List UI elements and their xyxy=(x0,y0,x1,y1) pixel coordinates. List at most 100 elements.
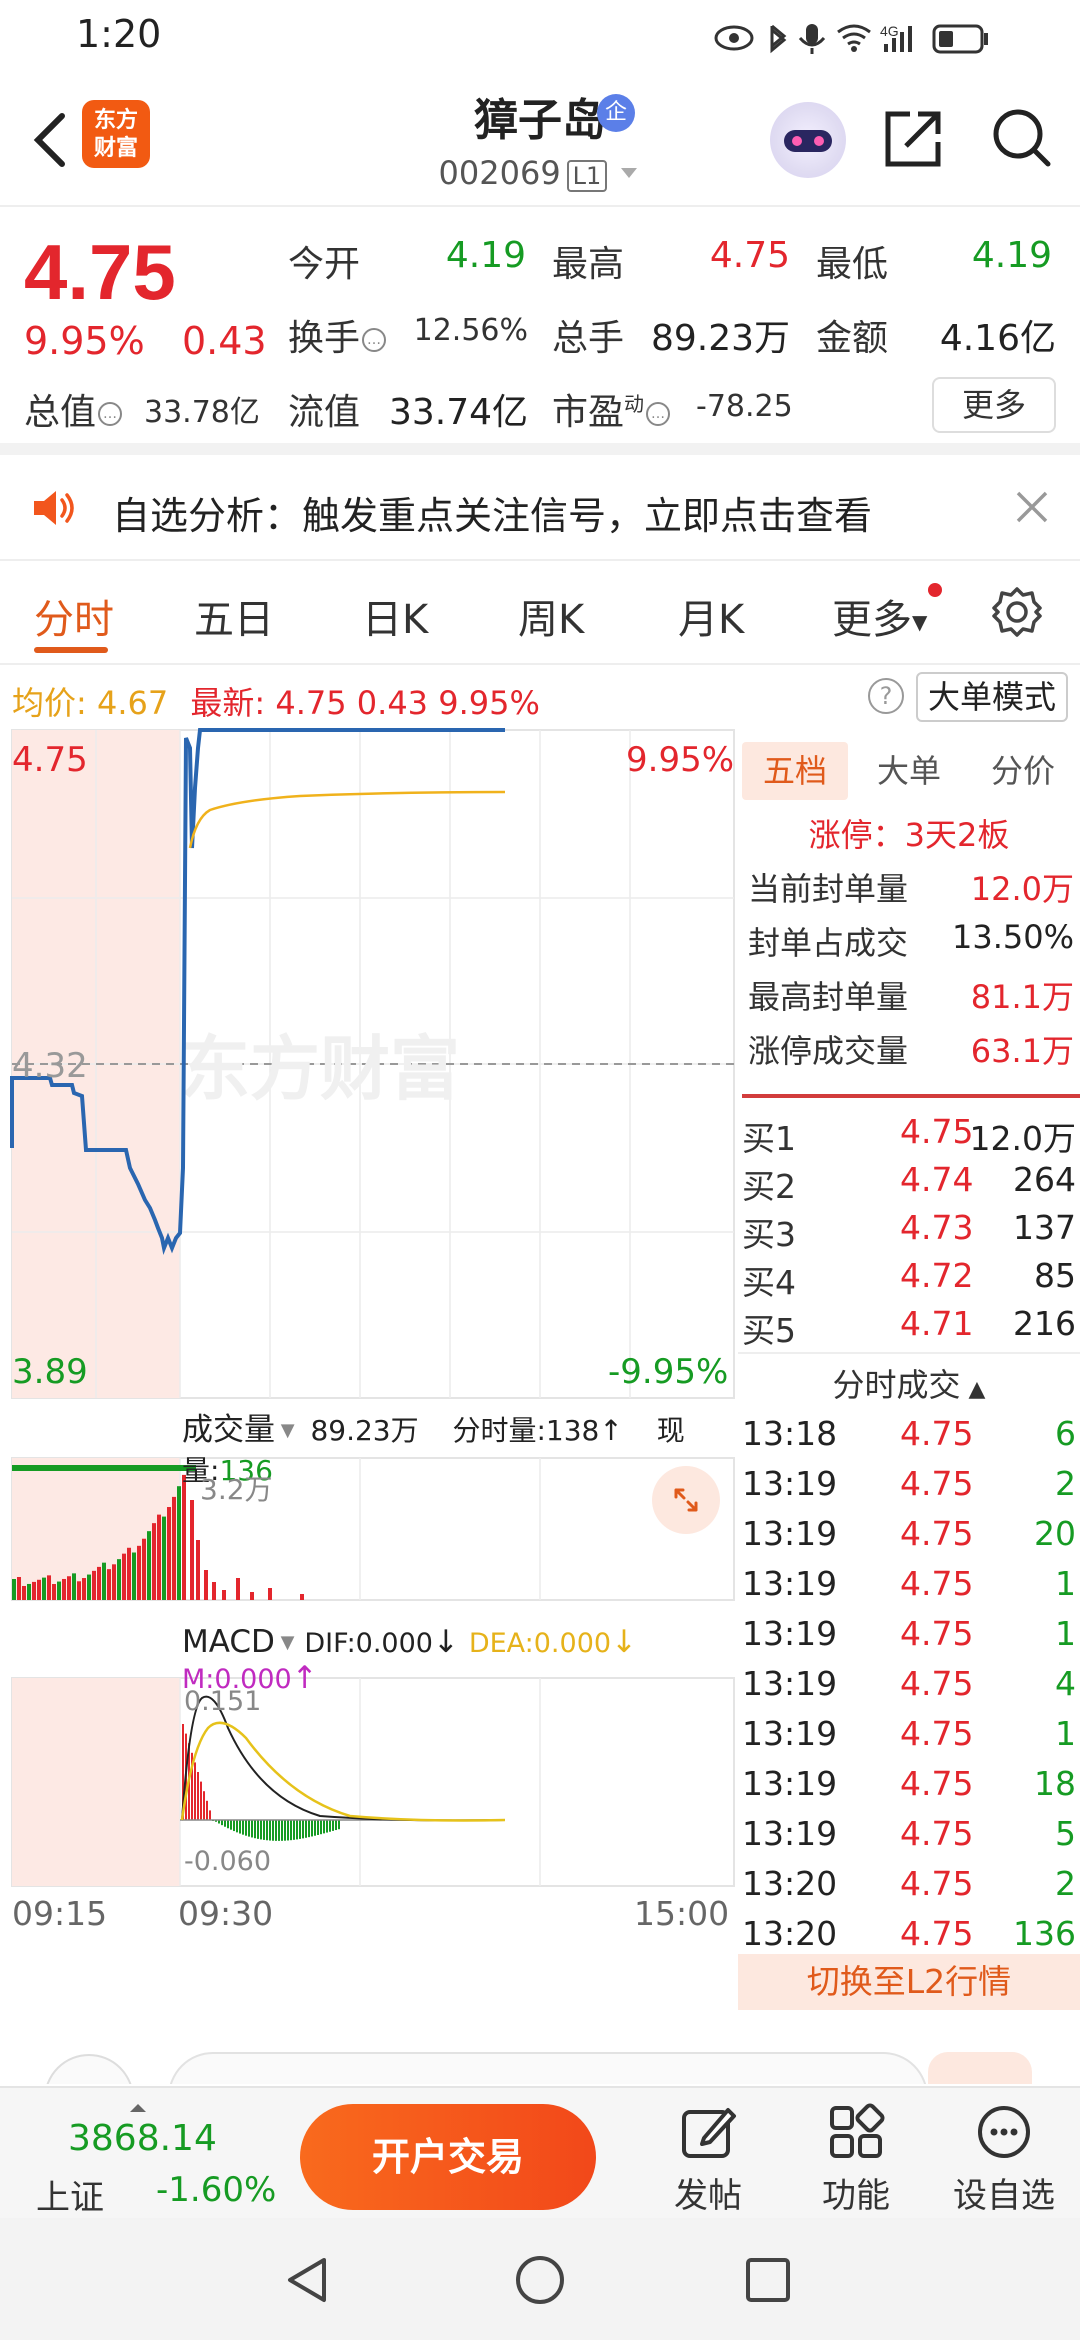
index-value[interactable]: 3868.14 xyxy=(68,2118,217,2159)
limit-up-stat-row: 当前封单量 12.0万 xyxy=(748,864,1074,918)
functions-button[interactable]: 功能 xyxy=(796,2102,916,2216)
tab-big-orders[interactable]: 大单 xyxy=(856,742,962,800)
macd-indicator-select[interactable]: MACD ▼ xyxy=(182,1624,295,1660)
bid-level-row[interactable]: 买3 4.73 137 xyxy=(742,1208,1076,1256)
bid-level-row[interactable]: 买2 4.74 264 xyxy=(742,1160,1076,1208)
index-name[interactable]: 上证 xyxy=(36,2170,104,2219)
volume-bar xyxy=(196,1540,200,1600)
ticks-title[interactable]: 分时成交 ▲ xyxy=(738,1360,1080,1406)
macd-bar xyxy=(242,1820,244,1835)
turnover-label: 换手… xyxy=(288,309,387,361)
tab-price-distribution[interactable]: 分价 xyxy=(970,742,1076,800)
barrage-button[interactable] xyxy=(928,2052,1032,2084)
tab-monthly-k[interactable]: 月K xyxy=(678,587,744,645)
notice-text: 自选分析：触发重点关注信号，立即点击查看 xyxy=(112,494,873,538)
volume-label: 总手 xyxy=(552,318,625,359)
tick-price: 4.75 xyxy=(900,1464,974,1503)
intraday-chart[interactable]: 东方财富 4.75 4.32 3.89 9.95% -9.95% 成交量 ▼ 8… xyxy=(0,728,740,2008)
tab-weekly-k[interactable]: 周K xyxy=(518,587,584,645)
info-icon: … xyxy=(646,402,671,426)
big-order-mode-button[interactable]: 大单模式 xyxy=(916,672,1068,722)
macd-bar xyxy=(287,1820,289,1841)
tab-daily-k[interactable]: 日K xyxy=(362,587,428,645)
open-label: 今开 xyxy=(288,244,361,285)
tick-row: 13:19 4.75 2 xyxy=(742,1464,1076,1514)
tick-volume: 5 xyxy=(1055,1814,1076,1853)
stat-label: 封单占成交 xyxy=(748,924,909,962)
float-cap-value: 33.74亿 xyxy=(388,392,528,433)
volume-bar xyxy=(37,1579,41,1600)
bid-label: 买1 xyxy=(742,1119,796,1158)
macd-bar xyxy=(254,1820,256,1839)
volume-bar xyxy=(137,1545,141,1600)
order-panel: 五档 大单 分价 涨停：3天2板 当前封单量 12.0万 封单占成交 13.50% 最高… xyxy=(738,728,1080,2010)
bid-level-row[interactable]: 买5 4.71 216 xyxy=(742,1304,1076,1352)
tab-five-levels[interactable]: 五档 xyxy=(742,742,848,800)
tick-time: 13:19 xyxy=(742,1614,838,1653)
comment-input[interactable] xyxy=(168,2052,928,2084)
add-watchlist-button[interactable]: 设自选 xyxy=(944,2102,1064,2216)
volume-bar xyxy=(112,1564,116,1600)
price-info-line: 均价: 4.67 最新: 4.75 0.43 9.95% ? 大单模式 xyxy=(0,668,1080,728)
tab-more[interactable]: 更多▼ xyxy=(832,587,927,645)
macd-bar xyxy=(305,1820,307,1838)
volume-indicator-select[interactable]: 成交量 ▼ xyxy=(182,1412,295,1448)
float-cap-label: 流值 xyxy=(288,392,361,433)
search-icon[interactable] xyxy=(988,104,1054,170)
tick-row: 13:19 4.75 18 xyxy=(742,1764,1076,1814)
help-icon[interactable]: ? xyxy=(868,678,904,714)
tick-price: 4.75 xyxy=(900,1914,974,1953)
tick-time: 13:19 xyxy=(742,1464,838,1503)
comment-list-icon[interactable] xyxy=(44,2054,134,2084)
market-cap-label: 总值… xyxy=(24,383,123,435)
tab-five-day[interactable]: 五日 xyxy=(194,587,274,645)
bid-level-row[interactable]: 买4 4.72 85 xyxy=(742,1256,1076,1304)
macd-bar xyxy=(278,1820,280,1841)
expand-button[interactable] xyxy=(652,1466,720,1534)
share-icon[interactable] xyxy=(880,106,946,172)
tick-volume: 20 xyxy=(1034,1514,1076,1553)
tab-intraday[interactable]: 分时 xyxy=(34,587,114,645)
macd-bar xyxy=(206,1800,208,1820)
gear-icon[interactable] xyxy=(990,585,1044,639)
post-button[interactable]: 发帖 xyxy=(648,2102,768,2216)
switch-l2-button[interactable]: 切换至L2行情 xyxy=(738,1954,1080,2010)
tick-price: 4.75 xyxy=(900,1764,974,1803)
low-label: 最低 xyxy=(816,244,889,285)
volume-bar xyxy=(77,1581,81,1600)
volume-bar xyxy=(27,1583,31,1600)
close-icon[interactable] xyxy=(1012,487,1052,527)
notice-bar[interactable]: 自选分析：触发重点关注信号，立即点击查看 xyxy=(0,455,1080,561)
turnover-value: 12.56% xyxy=(413,313,528,348)
robot-visor xyxy=(784,130,832,152)
tick-price: 4.75 xyxy=(900,1714,974,1753)
index-up-icon xyxy=(130,2104,146,2112)
tick-time: 13:19 xyxy=(742,1764,838,1803)
volume-bar xyxy=(47,1575,51,1600)
bid-qty: 264 xyxy=(1013,1160,1076,1199)
macd-bar xyxy=(272,1820,274,1841)
more-quote-button[interactable]: 更多 xyxy=(932,377,1056,433)
macd-bar xyxy=(263,1820,265,1840)
tick-volume: 2 xyxy=(1055,1864,1076,1903)
ai-assistant-avatar[interactable] xyxy=(770,102,846,178)
tick-volume: 1 xyxy=(1055,1564,1076,1603)
expand-icon xyxy=(674,1488,698,1512)
header: 东方 财富 獐子岛 企 002069 L1 xyxy=(0,72,1080,207)
open-account-trade-button[interactable]: 开户交易 xyxy=(300,2104,596,2210)
bid-level-row[interactable]: 买1 4.75 12.0万 xyxy=(742,1112,1076,1160)
enterprise-badge: 企 xyxy=(597,94,635,132)
nav-home-icon[interactable] xyxy=(512,2252,568,2308)
mic-icon xyxy=(798,24,826,54)
eye-icon xyxy=(714,25,754,51)
chart-watermark: 东方财富 xyxy=(180,1028,460,1110)
nav-back-icon[interactable] xyxy=(280,2252,336,2308)
volume-bar xyxy=(300,1594,304,1600)
tick-price: 4.75 xyxy=(900,1514,974,1553)
tick-volume: 1 xyxy=(1055,1614,1076,1653)
bid-price: 4.73 xyxy=(900,1208,974,1247)
stat-value: 81.1万 xyxy=(970,978,1074,1016)
nav-recents-icon[interactable] xyxy=(740,2252,796,2308)
volume-bar xyxy=(142,1538,146,1600)
index-change[interactable]: -1.60% xyxy=(156,2170,276,2210)
